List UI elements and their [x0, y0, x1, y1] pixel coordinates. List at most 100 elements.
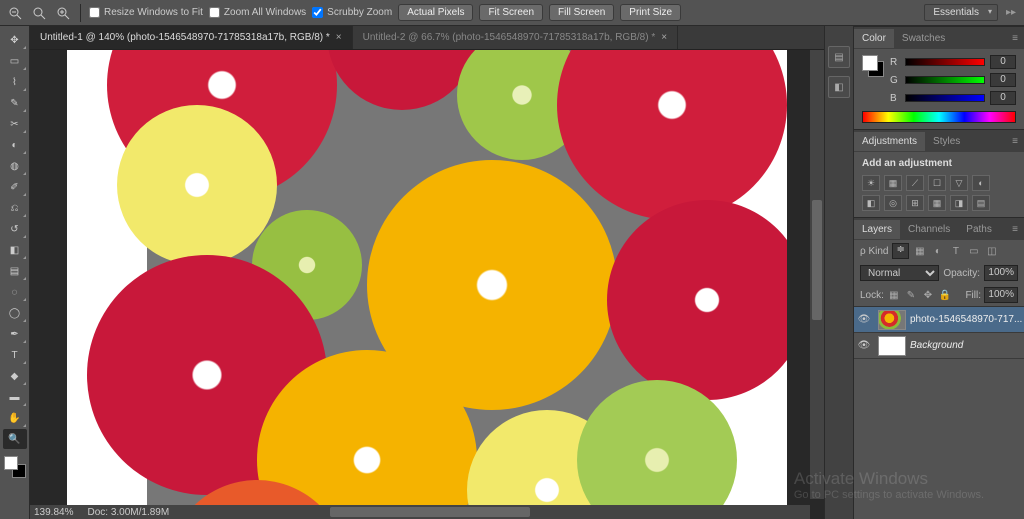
- hue-adjustment-icon[interactable]: ◐: [972, 175, 990, 191]
- shape-tool[interactable]: ▬: [3, 387, 27, 407]
- print-size-button[interactable]: Print Size: [620, 4, 681, 21]
- adjustments-tab[interactable]: Adjustments: [854, 132, 925, 151]
- marquee-tool[interactable]: ▭: [3, 51, 27, 71]
- gradient-tool[interactable]: ▤: [3, 261, 27, 281]
- document-tab-1[interactable]: Untitled-1 @ 140% (photo-1546548970-7178…: [30, 26, 353, 49]
- curves-adjustment-icon[interactable]: ⟋: [906, 175, 924, 191]
- g-value[interactable]: 0: [990, 73, 1016, 87]
- zoom-out-icon[interactable]: [6, 4, 24, 22]
- fit-screen-button[interactable]: Fit Screen: [479, 4, 543, 21]
- channel-mixer-adjustment-icon[interactable]: ⊞: [906, 195, 924, 211]
- channels-tab[interactable]: Channels: [900, 220, 958, 239]
- layers-tab[interactable]: Layers: [854, 220, 900, 239]
- color-tab[interactable]: Color: [854, 29, 894, 48]
- lock-pixels-icon[interactable]: ✎: [904, 288, 918, 302]
- workspace-dropdown[interactable]: Essentials: [924, 4, 998, 21]
- properties-panel-icon[interactable]: ◧: [828, 76, 850, 98]
- styles-tab[interactable]: Styles: [925, 132, 968, 151]
- document-tabs: Untitled-1 @ 140% (photo-1546548970-7178…: [30, 26, 824, 50]
- resize-windows-checkbox[interactable]: Resize Windows to Fit: [89, 7, 203, 18]
- lock-label: Lock:: [860, 290, 884, 301]
- lasso-tool[interactable]: ⌇: [3, 72, 27, 92]
- color-panel-menu-icon[interactable]: ≡: [1006, 31, 1024, 46]
- healing-tool[interactable]: ◍: [3, 156, 27, 176]
- layers-panel-menu-icon[interactable]: ≡: [1006, 222, 1024, 237]
- blend-mode-dropdown[interactable]: Normal: [860, 265, 939, 281]
- fill-value[interactable]: 100%: [984, 287, 1018, 303]
- layer-visibility-icon[interactable]: 👁: [854, 340, 874, 351]
- filter-pixel-icon[interactable]: ▦: [913, 246, 927, 257]
- layer-item-background[interactable]: 👁 Background: [854, 333, 1024, 359]
- hand-tool[interactable]: ✋: [3, 408, 27, 428]
- expand-panels-icon[interactable]: ▸▸: [1004, 5, 1018, 20]
- clone-stamp-tool[interactable]: ⎌: [3, 198, 27, 218]
- zoom-all-label: Zoom All Windows: [224, 7, 306, 18]
- lock-all-icon[interactable]: 🔒: [938, 288, 952, 302]
- brightness-adjustment-icon[interactable]: ☀: [862, 175, 880, 191]
- canvas-viewport[interactable]: 139.84% Doc: 3.00M/1.89M: [30, 50, 824, 519]
- swatches-tab[interactable]: Swatches: [894, 29, 953, 48]
- quick-select-tool[interactable]: ✎: [3, 93, 27, 113]
- opacity-value[interactable]: 100%: [984, 265, 1018, 281]
- levels-adjustment-icon[interactable]: ▦: [884, 175, 902, 191]
- filter-smart-icon[interactable]: ◫: [985, 246, 999, 257]
- filter-shape-icon[interactable]: ▭: [967, 246, 981, 257]
- photo-filter-adjustment-icon[interactable]: ◎: [884, 195, 902, 211]
- bw-adjustment-icon[interactable]: ◧: [862, 195, 880, 211]
- eyedropper-tool[interactable]: ◐: [3, 135, 27, 155]
- posterize-adjustment-icon[interactable]: ▤: [972, 195, 990, 211]
- b-label: B: [890, 93, 900, 104]
- r-value[interactable]: 0: [990, 55, 1016, 69]
- blur-tool[interactable]: ◌: [3, 282, 27, 302]
- history-brush-tool[interactable]: ↺: [3, 219, 27, 239]
- layer-thumbnail[interactable]: [878, 310, 906, 330]
- zoom-tool-icon[interactable]: [30, 4, 48, 22]
- g-slider[interactable]: [905, 76, 985, 84]
- layer-thumbnail[interactable]: [878, 336, 906, 356]
- fill-label: Fill:: [965, 290, 981, 301]
- lock-position-icon[interactable]: ✥: [921, 288, 935, 302]
- actual-pixels-button[interactable]: Actual Pixels: [398, 4, 473, 21]
- zoom-tool[interactable]: 🔍: [3, 429, 27, 449]
- zoom-in-icon[interactable]: [54, 4, 72, 22]
- lock-transparent-icon[interactable]: ▦: [887, 288, 901, 302]
- fill-screen-button[interactable]: Fill Screen: [549, 4, 614, 21]
- exposure-adjustment-icon[interactable]: ☐: [928, 175, 946, 191]
- layer-item-photo[interactable]: 👁 photo-1546548970-717...: [854, 307, 1024, 333]
- filter-type-icon[interactable]: T: [949, 246, 963, 257]
- close-tab-2-icon[interactable]: ×: [661, 32, 667, 43]
- document-tab-1-label: Untitled-1 @ 140% (photo-1546548970-7178…: [40, 32, 330, 43]
- vertical-scrollbar[interactable]: [810, 50, 824, 499]
- b-slider[interactable]: [905, 94, 985, 102]
- vibrance-adjustment-icon[interactable]: ▽: [950, 175, 968, 191]
- path-select-tool[interactable]: ◆: [3, 366, 27, 386]
- color-spectrum[interactable]: [862, 111, 1016, 123]
- eraser-tool[interactable]: ◧: [3, 240, 27, 260]
- close-tab-1-icon[interactable]: ×: [336, 32, 342, 43]
- invert-adjustment-icon[interactable]: ◨: [950, 195, 968, 211]
- brush-tool[interactable]: ✐: [3, 177, 27, 197]
- scrubby-zoom-checkbox[interactable]: Scrubby Zoom: [312, 7, 392, 18]
- history-panel-icon[interactable]: ▤: [828, 46, 850, 68]
- color-swatch-preview[interactable]: [862, 55, 884, 77]
- b-value[interactable]: 0: [990, 91, 1016, 105]
- adjustments-panel-menu-icon[interactable]: ≡: [1006, 134, 1024, 149]
- horizontal-scrollbar[interactable]: 139.84% Doc: 3.00M/1.89M: [30, 505, 810, 519]
- move-tool[interactable]: ✥: [3, 30, 27, 50]
- canvas-image: [147, 50, 707, 519]
- zoom-all-checkbox[interactable]: Zoom All Windows: [209, 7, 306, 18]
- pen-tool[interactable]: ✒: [3, 324, 27, 344]
- color-lookup-adjustment-icon[interactable]: ▦: [928, 195, 946, 211]
- crop-tool[interactable]: ✂: [3, 114, 27, 134]
- color-swatch-toggle[interactable]: [4, 456, 26, 478]
- filter-adjust-icon[interactable]: ◐: [931, 246, 945, 257]
- dodge-tool[interactable]: ◯: [3, 303, 27, 323]
- type-tool[interactable]: T: [3, 345, 27, 365]
- r-slider[interactable]: [905, 58, 985, 66]
- scrubby-zoom-label: Scrubby Zoom: [327, 7, 392, 18]
- kind-filter-dropdown[interactable]: ≑: [892, 243, 908, 259]
- paths-tab[interactable]: Paths: [958, 220, 1000, 239]
- document-tab-2[interactable]: Untitled-2 @ 66.7% (photo-1546548970-717…: [353, 26, 678, 49]
- layer-visibility-icon[interactable]: 👁: [854, 314, 874, 325]
- canvas-area: Untitled-1 @ 140% (photo-1546548970-7178…: [30, 26, 824, 519]
